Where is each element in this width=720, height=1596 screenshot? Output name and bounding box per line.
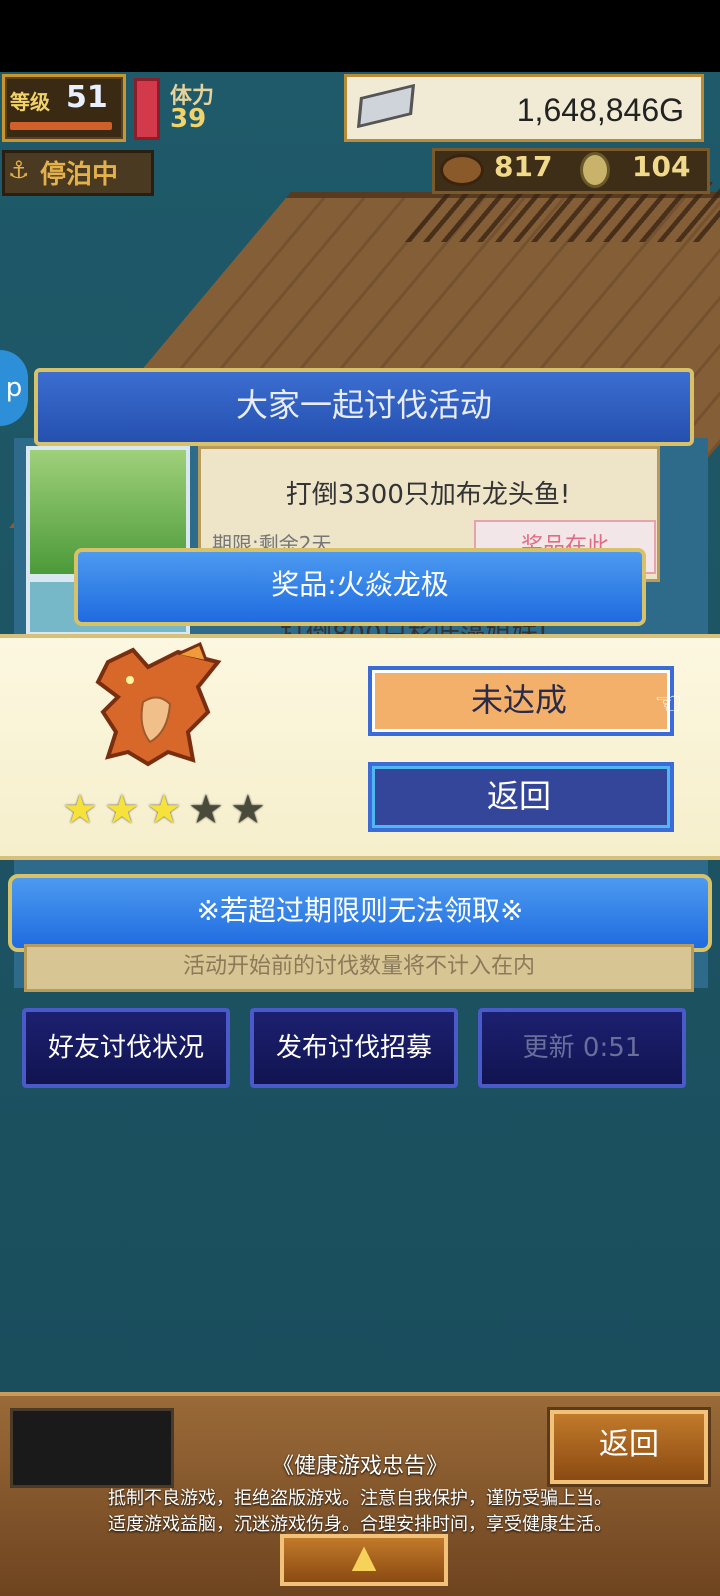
up-arrow-icon: ▲ [351, 1537, 377, 1575]
star-filled-icon: ★ [146, 787, 182, 833]
notice-text: ※若超过期限则无法领取※ [196, 894, 524, 927]
star-empty-icon: ★ [230, 787, 266, 833]
health-advisory-line-1: 抵制不良游戏，拒绝盗版游戏。注意自我保护，谨防受骗上当。 [108, 1488, 612, 1509]
fire-dragon-icon [95, 642, 222, 767]
panel-footer-text: 活动开始前的讨伐数量将不计入在内 [182, 954, 535, 979]
quest-description: 打倒3300只加布龙头鱼! [285, 480, 571, 510]
event-title: 大家一起讨伐活动 [235, 386, 492, 424]
star-empty-icon: ★ [188, 787, 224, 833]
stamina-value: 39 [170, 104, 207, 134]
wood-value: 817 [494, 150, 553, 183]
star-filled-icon: ★ [62, 787, 98, 833]
wood-icon [440, 154, 484, 186]
recruit-button[interactable]: 发布讨伐招募 [250, 1008, 458, 1088]
dialog-back-button-label: 返回 [486, 777, 551, 815]
prize-title: 奖品:火焱龙极 [271, 568, 449, 601]
moored-status-label: 停泊中 [40, 160, 119, 190]
status-button-label: 未达成 [470, 681, 567, 719]
level-value: 51 [66, 80, 108, 115]
pointing-hand-icon: ☜ [654, 684, 683, 722]
medal-value: 104 [632, 150, 691, 183]
refresh-button[interactable]: 更新 0:51 [478, 1008, 686, 1088]
star-filled-icon: ★ [104, 787, 140, 833]
friends-status-button[interactable]: 好友讨伐状况 [22, 1008, 230, 1088]
gold-value: 1,648,846G [516, 92, 684, 128]
anchor-icon: ⚓ [8, 156, 30, 184]
health-advisory-title: 《健康游戏忠告》 [271, 1454, 448, 1479]
medal-icon [580, 152, 610, 188]
stamina-gauge [134, 78, 160, 140]
exp-bar [10, 122, 112, 130]
level-label: 等级 [10, 90, 50, 114]
